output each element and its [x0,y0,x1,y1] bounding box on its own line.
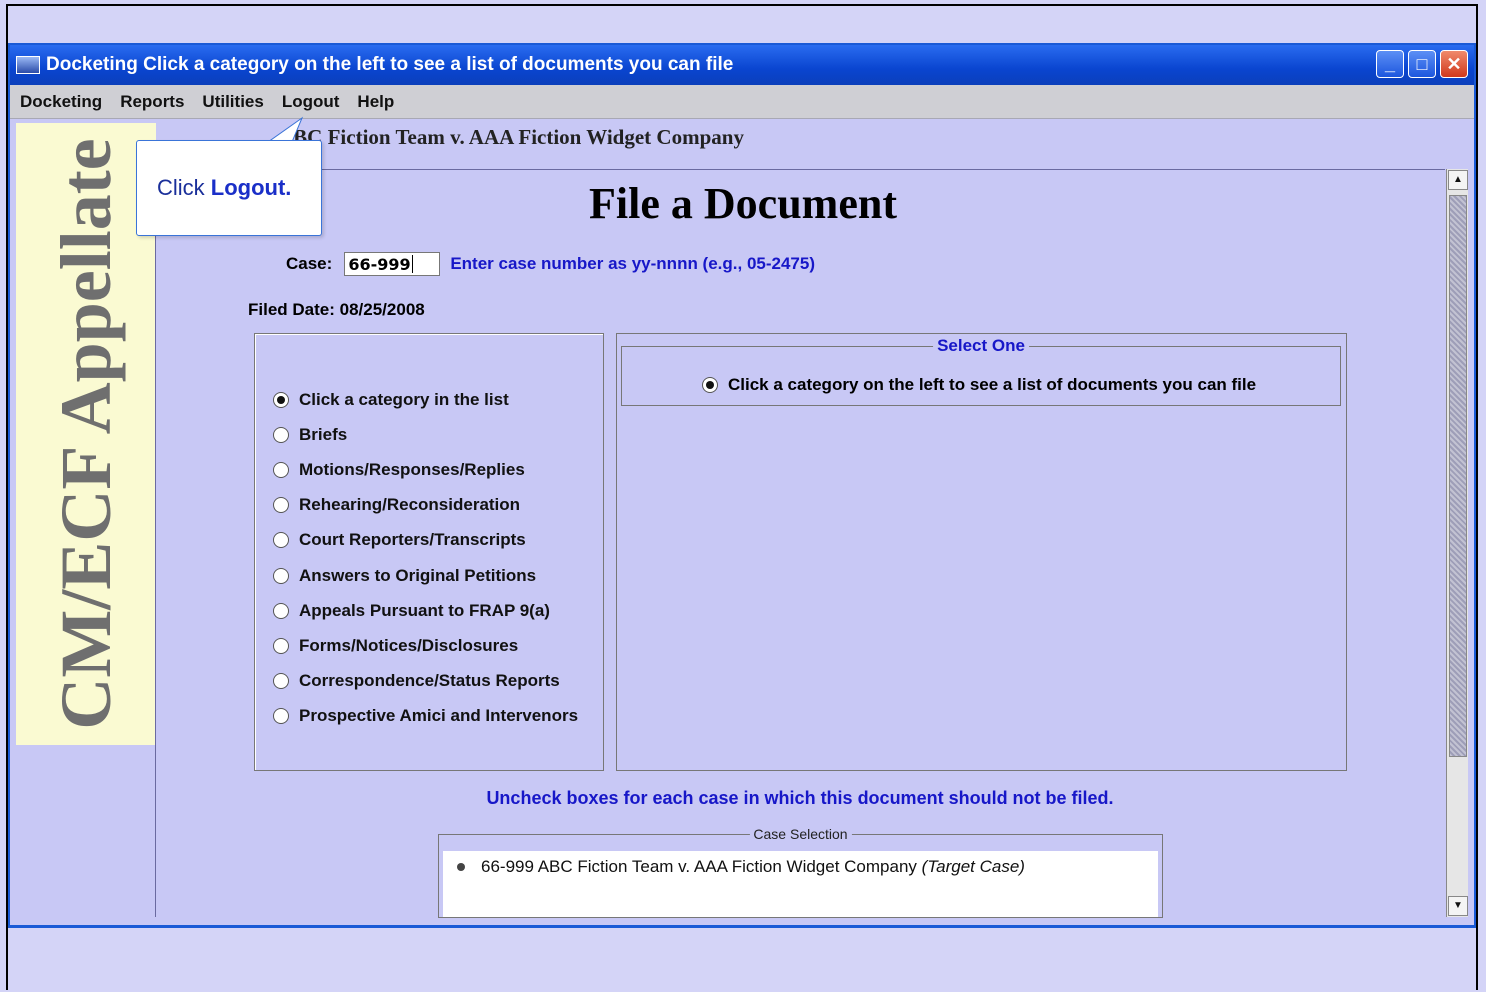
filed-date: Filed Date: 08/25/2008 [248,300,425,319]
callout-pointer [267,116,304,142]
scroll-thumb[interactable] [1449,195,1467,757]
case-number-row: Case: 66-999 Enter case number as yy-nnn… [286,252,815,276]
category-option[interactable]: Court Reporters/Transcripts [273,523,578,558]
category-option[interactable]: Briefs [273,417,578,452]
category-label: Correspondence/Status Reports [299,671,560,691]
category-label: Motions/Responses/Replies [299,459,525,479]
scroll-down-icon[interactable]: ▼ [1448,896,1468,916]
bullet-icon [457,863,465,871]
case-selection-group: Case Selection 66-999 ABC Fiction Team v… [438,826,1163,918]
radio-empty-icon[interactable] [273,532,289,549]
select-one-legend: Select One [933,336,1029,356]
radio-empty-icon[interactable] [273,637,289,654]
maximize-icon[interactable]: □ [1408,50,1436,78]
case-selection-entry[interactable]: 66-999 ABC Fiction Team v. AAA Fiction W… [457,857,1025,877]
category-label: Answers to Original Petitions [299,565,537,585]
category-label: Rehearing/Reconsideration [299,495,521,515]
radio-selected-icon[interactable] [702,377,718,393]
radio-empty-icon[interactable] [273,708,289,725]
document-panel: Select One Click a category on the left … [616,333,1347,771]
logout-callout: Click Logout. [136,140,322,236]
radio-empty-icon[interactable] [273,461,289,478]
radio-selected-icon[interactable] [273,391,289,408]
category-radio-list: Click a category in the list Briefs Motion… [273,382,578,734]
category-label: Briefs [299,424,348,444]
app-icon [16,56,40,74]
category-label: Click a category in the list [299,389,509,409]
case-number-input[interactable]: 66-999 [344,252,441,276]
window-title: Docketing Click a category on the left t… [46,54,734,75]
case-selection-legend: Case Selection [749,826,852,842]
select-one-option[interactable]: Click a category on the left to see a li… [702,375,1256,395]
radio-empty-icon[interactable] [273,673,289,690]
close-icon[interactable]: ✕ [1440,50,1468,78]
radio-empty-icon[interactable] [273,567,289,584]
menu-reports[interactable]: Reports [120,92,184,112]
case-number-hint: Enter case number as yy-nnnn (e.g., 05-2… [450,254,815,273]
category-panel: Click a category in the list Briefs Motion… [254,333,604,771]
category-option[interactable]: Appeals Pursuant to FRAP 9(a) [273,593,578,628]
case-selection-list[interactable]: 66-999 ABC Fiction Team v. AAA Fiction W… [443,851,1158,917]
window-controls: _ □ ✕ [1376,50,1468,78]
filed-date-value: 08/25/2008 [339,300,425,319]
title-bar[interactable]: Docketing Click a category on the left t… [10,45,1474,85]
category-label: Forms/Notices/Disclosures [299,635,519,655]
category-option[interactable]: Prospective Amici and Intervenors [273,699,578,734]
case-label: Case: [286,254,333,273]
minimize-icon[interactable]: _ [1376,50,1404,78]
category-label: Court Reporters/Transcripts [299,530,526,550]
radio-empty-icon[interactable] [273,426,289,443]
category-option[interactable]: Answers to Original Petitions [273,558,578,593]
category-option[interactable]: Motions/Responses/Replies [273,452,578,487]
category-option[interactable]: Rehearing/Reconsideration [273,488,578,523]
category-option[interactable]: Forms/Notices/Disclosures [273,628,578,663]
category-option[interactable]: Correspondence/Status Reports [273,664,578,699]
radio-empty-icon[interactable] [273,602,289,619]
menu-docketing[interactable]: Docketing [20,92,102,112]
radio-empty-icon[interactable] [273,497,289,514]
below-window-area [8,926,1476,990]
category-label: Prospective Amici and Intervenors [299,706,579,726]
menu-bar: Docketing Reports Utilities Logout Help [10,85,1474,119]
category-option[interactable]: Click a category in the list [273,382,578,417]
category-label: Appeals Pursuant to FRAP 9(a) [299,600,550,620]
select-one-group: Select One Click a category on the left … [621,336,1341,406]
menu-logout[interactable]: Logout [282,92,340,112]
uncheck-instructions: Uncheck boxes for each case in which thi… [486,788,1114,808]
menu-utilities[interactable]: Utilities [202,92,263,112]
menu-help[interactable]: Help [357,92,394,112]
